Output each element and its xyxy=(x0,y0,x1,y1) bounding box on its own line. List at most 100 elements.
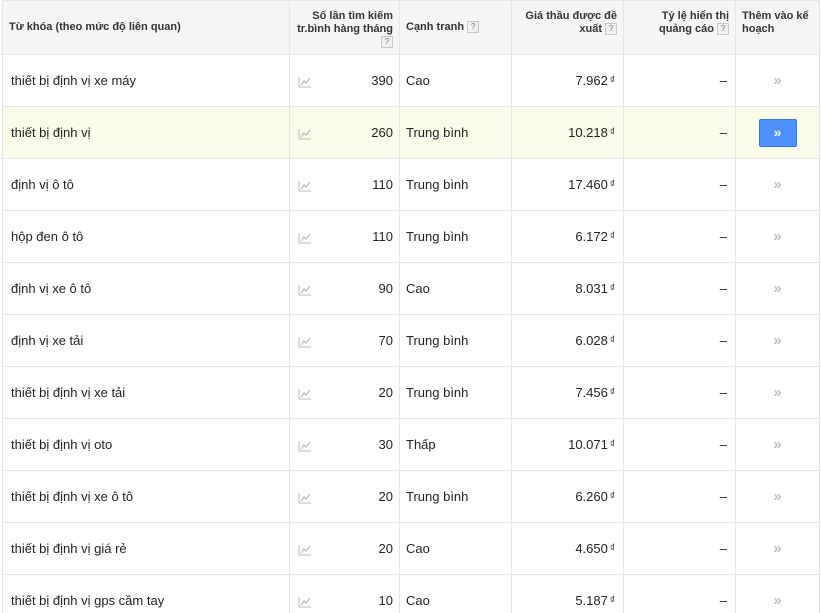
competition-cell: Cao xyxy=(399,574,512,613)
keyword-text: thiết bị định vị xe tải xyxy=(11,385,126,400)
keyword-text: thiết bị định vị oto xyxy=(11,437,113,452)
line-chart-icon[interactable] xyxy=(298,541,312,556)
line-chart-icon[interactable] xyxy=(298,281,312,296)
add-cell: » xyxy=(735,106,820,159)
trend-cell[interactable] xyxy=(289,54,314,107)
help-icon[interactable]: ? xyxy=(381,36,393,49)
add-to-plan-button[interactable]: » xyxy=(773,228,781,245)
share-cell: – xyxy=(623,210,736,263)
competition-cell: Cao xyxy=(399,522,512,575)
add-to-plan-button[interactable]: » xyxy=(773,488,781,505)
trend-cell[interactable] xyxy=(289,210,314,263)
ad-impression-share: – xyxy=(719,333,727,348)
bid-cell: 10.071 ₫ xyxy=(511,418,624,471)
trend-cell[interactable] xyxy=(289,574,314,613)
suggested-bid: 7.456 xyxy=(575,385,608,400)
trend-cell[interactable] xyxy=(289,470,314,523)
share-cell: – xyxy=(623,418,736,471)
trend-cell[interactable] xyxy=(289,366,314,419)
keyword-cell: thiết bị định vị xe ô tô xyxy=(2,470,290,523)
bid-cell: 6.260 ₫ xyxy=(511,470,624,523)
add-to-plan-button[interactable]: » xyxy=(773,176,781,193)
searches-cell: 20 xyxy=(313,470,400,523)
add-to-plan-button[interactable]: » xyxy=(773,540,781,557)
competition-value: Thấp xyxy=(406,437,436,452)
competition-value: Cao xyxy=(406,281,430,296)
add-cell: » xyxy=(735,522,820,575)
trend-cell[interactable] xyxy=(289,314,314,367)
line-chart-icon[interactable] xyxy=(298,73,312,88)
bid-cell: 17.460 ₫ xyxy=(511,158,624,211)
competition-value: Trung bình xyxy=(406,177,469,192)
currency-symbol: ₫ xyxy=(609,387,615,398)
share-cell: – xyxy=(623,262,736,315)
keyword-cell: thiết bị định vị oto xyxy=(2,418,290,471)
add-to-plan-button[interactable]: » xyxy=(758,118,797,147)
competition-cell: Trung bình xyxy=(399,210,512,263)
add-to-plan-button[interactable]: » xyxy=(773,72,781,89)
line-chart-icon[interactable] xyxy=(298,333,312,348)
searches-cell: 110 xyxy=(313,158,400,211)
searches-cell: 390 xyxy=(313,54,400,107)
add-to-plan-button[interactable]: » xyxy=(773,384,781,401)
ad-impression-share: – xyxy=(719,541,727,556)
trend-cell[interactable] xyxy=(289,262,314,315)
add-to-plan-button[interactable]: » xyxy=(773,436,781,453)
trend-cell[interactable] xyxy=(289,418,314,471)
suggested-bid: 6.172 xyxy=(575,229,608,244)
table-row: thiết bị định vị oto 30 Thấp 10.071 ₫ – » xyxy=(2,418,820,471)
line-chart-icon[interactable] xyxy=(298,489,312,504)
ad-impression-share: – xyxy=(719,593,727,608)
suggested-bid: 5.187 xyxy=(575,593,608,608)
header-ad-impression-share[interactable]: Tỷ lệ hiển thị quảng cáo? xyxy=(623,0,736,55)
add-cell: » xyxy=(735,366,820,419)
suggested-bid: 10.071 xyxy=(568,437,608,452)
currency-symbol: ₫ xyxy=(609,179,615,190)
currency-symbol: ₫ xyxy=(609,335,615,346)
competition-cell: Trung bình xyxy=(399,106,512,159)
avg-monthly-searches: 30 xyxy=(378,437,393,452)
header-competition[interactable]: Cạnh tranh? xyxy=(399,0,512,55)
share-cell: – xyxy=(623,54,736,107)
ad-impression-share: – xyxy=(719,489,727,504)
help-icon[interactable]: ? xyxy=(717,23,729,36)
line-chart-icon[interactable] xyxy=(298,177,312,192)
header-suggested-bid[interactable]: Giá thầu được đề xuất? xyxy=(511,0,624,55)
avg-monthly-searches: 20 xyxy=(378,385,393,400)
competition-value: Trung bình xyxy=(406,125,469,140)
line-chart-icon[interactable] xyxy=(298,229,312,244)
add-cell: » xyxy=(735,574,820,613)
header-searches-line1: Số lần tìm kiếm xyxy=(312,10,393,22)
line-chart-icon[interactable] xyxy=(298,437,312,452)
header-bid-line1: Giá thầu được đề xyxy=(525,10,617,22)
header-keyword-label: Từ khóa (theo mức độ liên quan) xyxy=(9,21,181,33)
keyword-text: thiết bị định vị giá rẻ xyxy=(11,541,127,556)
competition-value: Cao xyxy=(406,541,430,556)
keyword-cell: thiết bị định vị xe tải xyxy=(2,366,290,419)
add-cell: » xyxy=(735,54,820,107)
header-avg-monthly-searches[interactable]: Số lần tìm kiếm tr.bình hàng tháng ? xyxy=(289,0,400,55)
line-chart-icon[interactable] xyxy=(298,125,312,140)
help-icon[interactable]: ? xyxy=(605,23,617,36)
searches-cell: 30 xyxy=(313,418,400,471)
line-chart-icon[interactable] xyxy=(298,385,312,400)
add-to-plan-button[interactable]: » xyxy=(773,592,781,609)
add-to-plan-button[interactable]: » xyxy=(773,280,781,297)
bid-cell: 7.456 ₫ xyxy=(511,366,624,419)
trend-cell[interactable] xyxy=(289,158,314,211)
table-row: hộp đen ô tô 110 Trung bình 6.172 ₫ – » xyxy=(2,210,820,263)
trend-cell[interactable] xyxy=(289,522,314,575)
help-icon[interactable]: ? xyxy=(467,21,480,34)
line-chart-icon[interactable] xyxy=(298,593,312,608)
add-to-plan-button[interactable]: » xyxy=(773,332,781,349)
keyword-ideas-panel: Từ khóa (theo mức độ liên quan) Số lần t… xyxy=(0,0,821,613)
ad-impression-share: – xyxy=(719,437,727,452)
table-row: thiết bị định vị xe máy 390 Cao 7.962 ₫ – » xyxy=(2,54,820,107)
keyword-cell: định vị ô tô xyxy=(2,158,290,211)
avg-monthly-searches: 10 xyxy=(378,593,393,608)
competition-value: Cao xyxy=(406,73,430,88)
header-keyword[interactable]: Từ khóa (theo mức độ liên quan) xyxy=(2,0,290,55)
ad-impression-share: – xyxy=(719,177,727,192)
trend-cell[interactable] xyxy=(289,106,314,159)
keyword-text: thiết bị định vị xe máy xyxy=(11,73,137,88)
